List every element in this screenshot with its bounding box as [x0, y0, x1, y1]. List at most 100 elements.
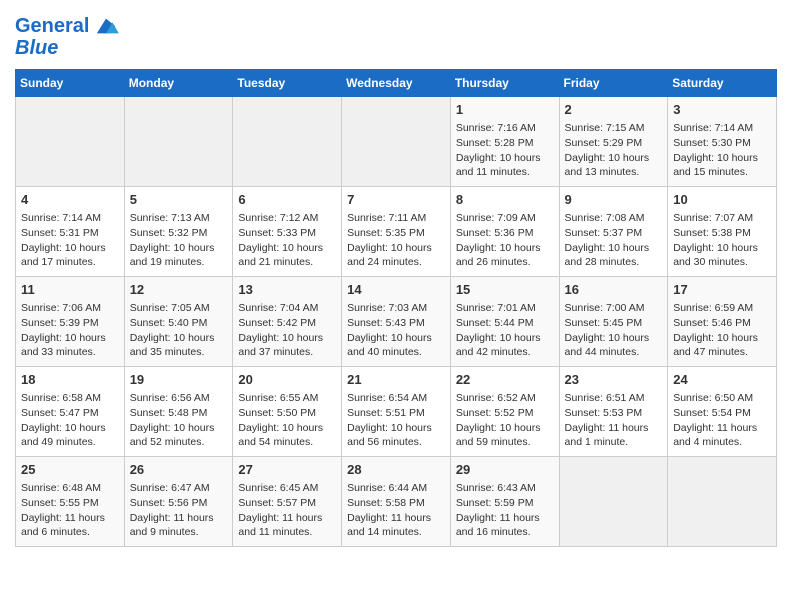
- weekday-header-monday: Monday: [124, 70, 233, 97]
- day-info: Daylight: 10 hours: [673, 331, 771, 346]
- weekday-header-friday: Friday: [559, 70, 668, 97]
- calendar-cell: [124, 97, 233, 187]
- calendar-cell: 12Sunrise: 7:05 AMSunset: 5:40 PMDayligh…: [124, 277, 233, 367]
- day-info: Sunset: 5:43 PM: [347, 316, 445, 331]
- calendar-cell: 25Sunrise: 6:48 AMSunset: 5:55 PMDayligh…: [16, 457, 125, 547]
- day-info: Daylight: 10 hours: [21, 331, 119, 346]
- day-info: and 59 minutes.: [456, 435, 554, 450]
- calendar-week-3: 11Sunrise: 7:06 AMSunset: 5:39 PMDayligh…: [16, 277, 777, 367]
- day-info: and 17 minutes.: [21, 255, 119, 270]
- day-info: and 11 minutes.: [456, 165, 554, 180]
- day-info: Sunrise: 6:44 AM: [347, 481, 445, 496]
- day-info: Sunset: 5:45 PM: [565, 316, 663, 331]
- calendar-cell: 29Sunrise: 6:43 AMSunset: 5:59 PMDayligh…: [450, 457, 559, 547]
- day-number: 4: [21, 191, 119, 209]
- day-info: Sunset: 5:57 PM: [238, 496, 336, 511]
- day-info: Sunset: 5:28 PM: [456, 136, 554, 151]
- day-number: 22: [456, 371, 554, 389]
- day-info: Sunset: 5:32 PM: [130, 226, 228, 241]
- day-info: Daylight: 10 hours: [130, 241, 228, 256]
- calendar-cell: [342, 97, 451, 187]
- day-info: Daylight: 10 hours: [347, 331, 445, 346]
- day-info: Sunrise: 7:12 AM: [238, 211, 336, 226]
- day-info: Sunset: 5:30 PM: [673, 136, 771, 151]
- day-info: and 11 minutes.: [238, 525, 336, 540]
- calendar-cell: 20Sunrise: 6:55 AMSunset: 5:50 PMDayligh…: [233, 367, 342, 457]
- day-info: Daylight: 10 hours: [238, 421, 336, 436]
- day-info: Sunrise: 7:08 AM: [565, 211, 663, 226]
- calendar-cell: 14 Sunrise: 7:03 AMSunset: 5:43 PMDayligh…: [342, 277, 451, 367]
- day-info: Sunrise: 6:51 AM: [565, 391, 663, 406]
- day-info: Daylight: 10 hours: [347, 421, 445, 436]
- weekday-header-sunday: Sunday: [16, 70, 125, 97]
- day-info: Sunset: 5:51 PM: [347, 406, 445, 421]
- day-number: 1: [456, 101, 554, 119]
- day-info: Sunrise: 7:09 AM: [456, 211, 554, 226]
- day-number: 15: [456, 281, 554, 299]
- day-info: Sunrise: 7:15 AM: [565, 121, 663, 136]
- day-info: and 40 minutes.: [347, 345, 445, 360]
- day-info: Sunrise: 7:06 AM: [21, 301, 119, 316]
- day-number: 24: [673, 371, 771, 389]
- day-info: Sunrise: 7:16 AM: [456, 121, 554, 136]
- day-number: 25: [21, 461, 119, 479]
- day-info: and 49 minutes.: [21, 435, 119, 450]
- day-info: Daylight: 10 hours: [565, 151, 663, 166]
- day-info: Sunrise: 7:11 AM: [347, 211, 445, 226]
- logo: General Blue: [15, 15, 120, 59]
- calendar-table: SundayMondayTuesdayWednesdayThursdayFrid…: [15, 69, 777, 547]
- calendar-cell: 1Sunrise: 7:16 AMSunset: 5:28 PMDaylight…: [450, 97, 559, 187]
- day-info: and 26 minutes.: [456, 255, 554, 270]
- calendar-cell: 21Sunrise: 6:54 AMSunset: 5:51 PMDayligh…: [342, 367, 451, 457]
- day-info: Sunrise: 6:54 AM: [347, 391, 445, 406]
- day-info: Sunrise: 6:55 AM: [238, 391, 336, 406]
- day-number: 8: [456, 191, 554, 209]
- day-info: Sunrise: 7:00 AM: [565, 301, 663, 316]
- day-number: 10: [673, 191, 771, 209]
- calendar-cell: [559, 457, 668, 547]
- day-info: Sunset: 5:55 PM: [21, 496, 119, 511]
- day-info: Daylight: 11 hours: [21, 511, 119, 526]
- calendar-cell: 7Sunrise: 7:11 AMSunset: 5:35 PMDaylight…: [342, 187, 451, 277]
- calendar-cell: 19Sunrise: 6:56 AMSunset: 5:48 PMDayligh…: [124, 367, 233, 457]
- day-info: Sunset: 5:42 PM: [238, 316, 336, 331]
- calendar-cell: 22Sunrise: 6:52 AMSunset: 5:52 PMDayligh…: [450, 367, 559, 457]
- day-number: 11: [21, 281, 119, 299]
- day-info: and 42 minutes.: [456, 345, 554, 360]
- day-info: Sunset: 5:46 PM: [673, 316, 771, 331]
- day-info: Sunset: 5:54 PM: [673, 406, 771, 421]
- day-info: Sunrise: 7:14 AM: [673, 121, 771, 136]
- day-info: Daylight: 10 hours: [673, 241, 771, 256]
- day-info: Sunrise: 7:03 AM: [347, 301, 445, 316]
- calendar-cell: 24Sunrise: 6:50 AMSunset: 5:54 PMDayligh…: [668, 367, 777, 457]
- day-number: 6: [238, 191, 336, 209]
- logo-text: General: [15, 15, 89, 37]
- day-number: 20: [238, 371, 336, 389]
- day-info: Sunrise: 6:58 AM: [21, 391, 119, 406]
- day-info: and 14 minutes.: [347, 525, 445, 540]
- day-info: Sunrise: 6:52 AM: [456, 391, 554, 406]
- day-info: Sunrise: 7:07 AM: [673, 211, 771, 226]
- day-number: 23: [565, 371, 663, 389]
- day-info: and 30 minutes.: [673, 255, 771, 270]
- day-info: Sunrise: 6:43 AM: [456, 481, 554, 496]
- calendar-cell: 18Sunrise: 6:58 AMSunset: 5:47 PMDayligh…: [16, 367, 125, 457]
- day-info: Daylight: 11 hours: [130, 511, 228, 526]
- day-info: and 35 minutes.: [130, 345, 228, 360]
- calendar-cell: [233, 97, 342, 187]
- day-info: and 24 minutes.: [347, 255, 445, 270]
- day-info: Sunrise: 6:56 AM: [130, 391, 228, 406]
- day-info: Sunset: 5:47 PM: [21, 406, 119, 421]
- calendar-cell: 26Sunrise: 6:47 AMSunset: 5:56 PMDayligh…: [124, 457, 233, 547]
- day-number: 9: [565, 191, 663, 209]
- calendar-cell: 4Sunrise: 7:14 AMSunset: 5:31 PMDaylight…: [16, 187, 125, 277]
- weekday-header-thursday: Thursday: [450, 70, 559, 97]
- day-info: Sunset: 5:36 PM: [456, 226, 554, 241]
- weekday-header-wednesday: Wednesday: [342, 70, 451, 97]
- day-info: Daylight: 10 hours: [21, 241, 119, 256]
- day-number: 14: [347, 281, 445, 299]
- day-info: and 16 minutes.: [456, 525, 554, 540]
- calendar-cell: 16Sunrise: 7:00 AMSunset: 5:45 PMDayligh…: [559, 277, 668, 367]
- day-info: Daylight: 11 hours: [456, 511, 554, 526]
- day-info: Sunrise: 6:59 AM: [673, 301, 771, 316]
